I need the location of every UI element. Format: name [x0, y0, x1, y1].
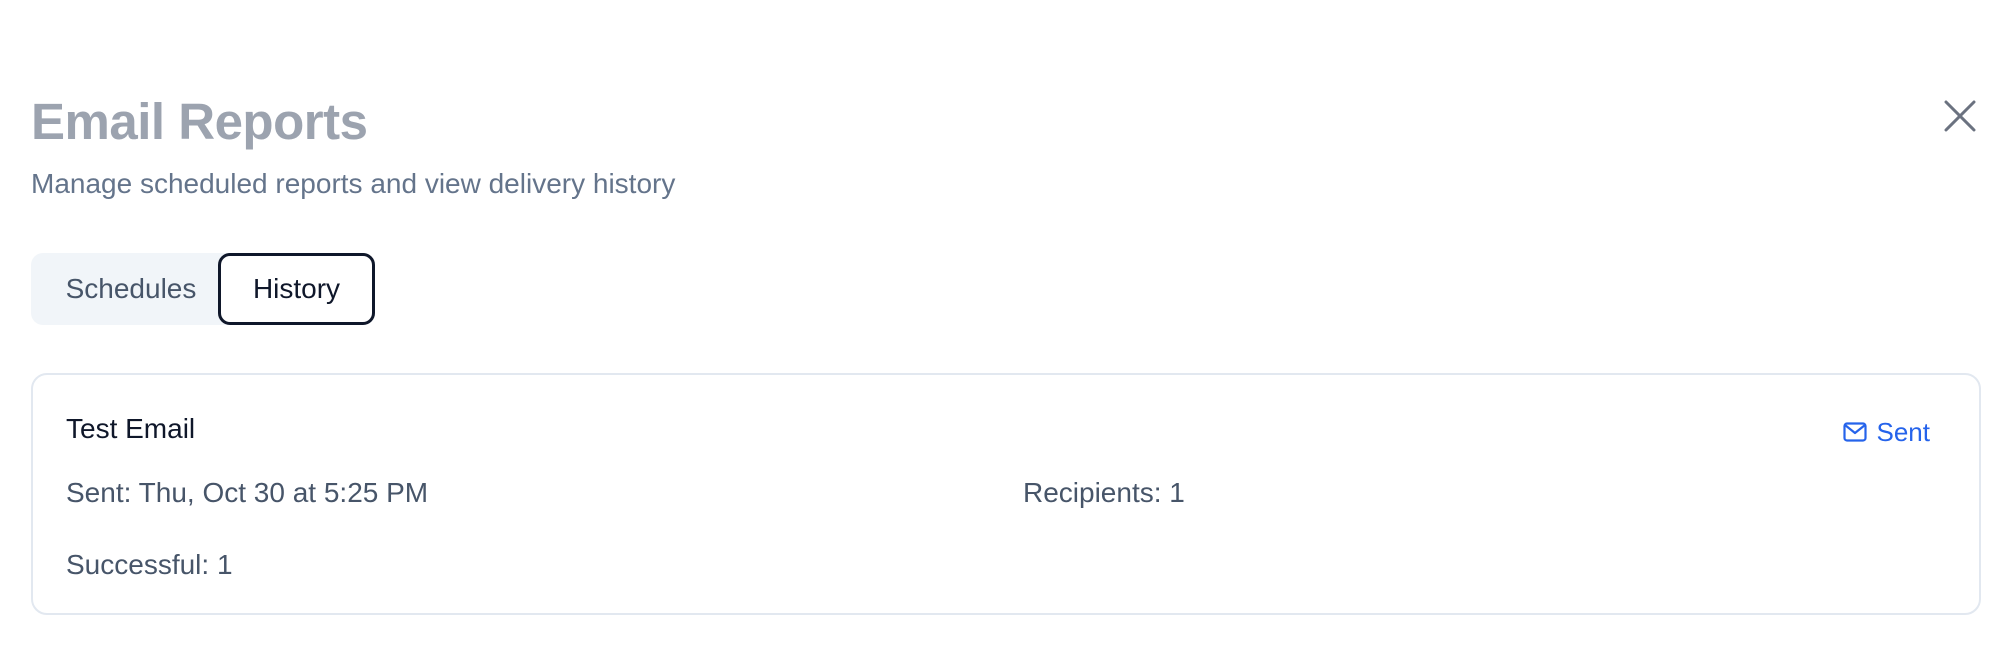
close-button[interactable] [1940, 96, 1980, 136]
tab-schedules-label: Schedules [65, 273, 197, 304]
close-icon [1944, 100, 1976, 132]
tab-history[interactable]: History [218, 253, 375, 325]
successful-count: Successful: 1 [66, 549, 233, 580]
tab-history-label: History [252, 273, 341, 304]
status-label: Sent [1876, 417, 1931, 447]
tab-schedules[interactable]: Schedules [31, 253, 231, 325]
sent-timestamp: Sent: Thu, Oct 30 at 5:25 PM [66, 477, 429, 508]
history-card: Test Email Sent Sent: Thu, Oct 30 at 5:2… [31, 373, 1981, 615]
dialog-subtitle: Manage scheduled reports and view delive… [31, 168, 676, 199]
email-reports-dialog: Email Reports Manage scheduled reports a… [0, 0, 2016, 656]
dialog-title: Email Reports [31, 93, 368, 150]
mail-icon [1842, 422, 1867, 442]
history-card-title: Test Email [66, 413, 196, 444]
tab-list: Schedules History [31, 253, 375, 325]
status-badge: Sent [1842, 415, 1931, 449]
recipients-count: Recipients: 1 [1023, 477, 1185, 508]
